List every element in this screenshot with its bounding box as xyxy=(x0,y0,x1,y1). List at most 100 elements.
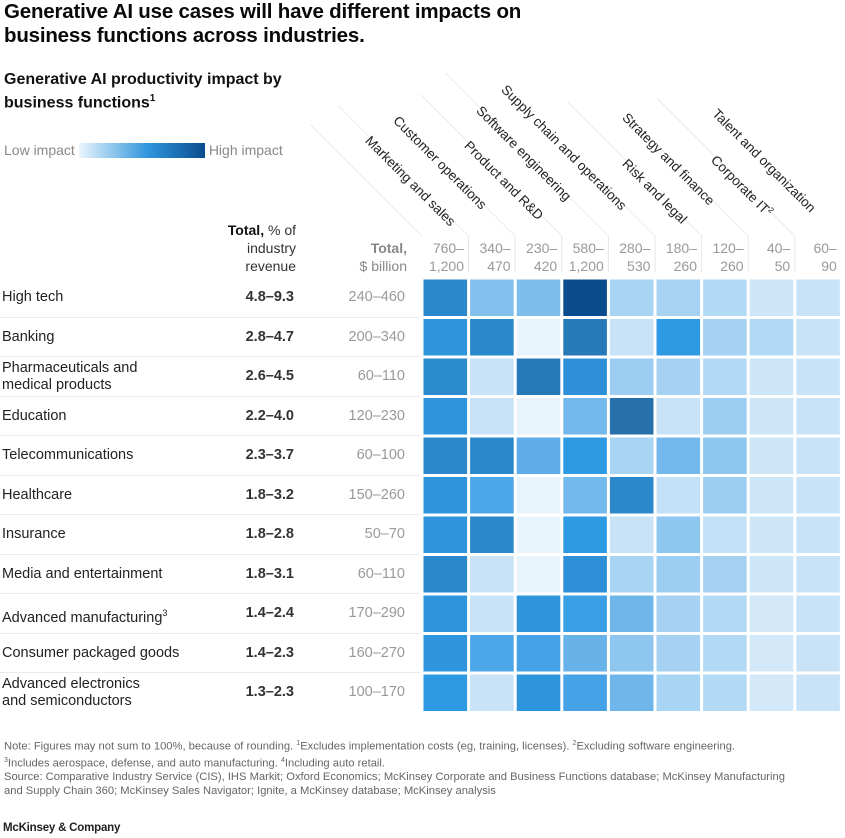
column-total-line1: 280– xyxy=(619,240,651,256)
heatmap-cell xyxy=(609,556,654,593)
heatmap-cell xyxy=(563,437,607,474)
heatmap-cell xyxy=(516,556,561,593)
heatmap-cell xyxy=(609,358,654,395)
column-total-line1: 180– xyxy=(665,240,697,256)
header-pct-bold: Total, xyxy=(227,222,265,238)
heatmap-cell xyxy=(656,516,701,553)
column-total-line2: 90 xyxy=(821,258,837,274)
pct-revenue-value: 1.3–2.3 xyxy=(245,684,294,700)
heatmap-cell xyxy=(470,635,514,672)
industry-name-line1: Media and entertainment xyxy=(2,566,162,583)
heatmap-cell xyxy=(796,595,840,632)
source-line-2: and Supply Chain 360; McKinsey Sales Nav… xyxy=(4,784,496,797)
industry-name: Media and entertainment xyxy=(2,566,162,583)
industry-name: Advanced electronics and semiconductors xyxy=(2,676,140,710)
industry-name-line1: Banking xyxy=(2,329,54,346)
heatmap-cell xyxy=(470,319,514,356)
heatmap-cell xyxy=(796,279,840,316)
heatmap-cell xyxy=(563,516,607,553)
heatmap-cell xyxy=(749,398,794,435)
heatmap-cell xyxy=(796,398,840,435)
heatmap-cell xyxy=(470,279,514,316)
heatmap-cell xyxy=(423,556,468,593)
industry-row: Consumer packaged goods 1.4–2.3 160–270 xyxy=(0,634,420,673)
heatmap-cell xyxy=(656,279,701,316)
pct-revenue-value: 1.4–2.4 xyxy=(245,605,294,621)
heatmap-cell xyxy=(749,516,794,553)
total-usd-value: 100–170 xyxy=(348,684,405,700)
column-total-line1: 60– xyxy=(813,240,837,256)
heatmap-cell xyxy=(609,477,654,514)
legend-low-label: Low impact xyxy=(4,142,75,158)
column-total-line1: 230– xyxy=(526,240,558,256)
color-legend: Low impact High impact xyxy=(4,141,283,159)
total-usd-value: 160–270 xyxy=(348,644,405,661)
industry-name-text: Telecommunications xyxy=(2,447,134,463)
column-total: 340– 470 xyxy=(467,239,511,275)
heatmap-cell xyxy=(703,556,747,593)
industry-row: Media and entertainment 1.8–3.1 60–110 xyxy=(0,555,420,594)
heatmap-cell xyxy=(609,595,654,632)
industry-row: High tech 4.8–9.3 240–460 xyxy=(0,278,420,318)
heatmap-cell xyxy=(656,398,701,435)
industry-name-text: Advanced electronics xyxy=(2,676,140,692)
heatmap-cell xyxy=(470,437,514,474)
industry-name-text: Education xyxy=(2,407,67,424)
header-usd-line2: $ billion xyxy=(359,258,407,274)
industry-name-line1: Education xyxy=(2,408,67,425)
industry-name-text: Pharmaceuticals and xyxy=(2,360,138,376)
industry-name-line2: and semiconductors xyxy=(2,693,132,709)
column-total-line1: 340– xyxy=(479,240,511,256)
heatmap-cell xyxy=(516,477,561,514)
pct-revenue-value: 2.2–4.0 xyxy=(245,407,294,424)
industry-row: Healthcare 1.8–3.2 150–260 xyxy=(0,476,420,515)
header-total-usd: Total, $ billion xyxy=(315,239,407,275)
heatmap-cell xyxy=(703,635,747,672)
total-usd-value: 50–70 xyxy=(364,526,405,542)
subtitle-text: Generative AI productivity impact by bus… xyxy=(4,71,282,112)
industry-row: Banking 2.8–4.7 200–340 xyxy=(0,318,420,357)
heatmap-cell xyxy=(470,516,514,553)
pct-revenue-value: 1.8–3.2 xyxy=(245,486,294,503)
pct-revenue-value: 4.8–9.3 xyxy=(245,289,294,305)
heatmap-cell xyxy=(796,319,840,356)
industry-row: Insurance 1.8–2.8 50–70 xyxy=(0,515,420,555)
heatmap-cell xyxy=(656,595,701,632)
heatmap-cell xyxy=(563,358,607,395)
heatmap-cell xyxy=(609,319,654,356)
heatmap-cell xyxy=(796,358,840,395)
note-text: Excluding software engineering. xyxy=(576,740,736,753)
total-usd-value: 60–100 xyxy=(356,447,405,463)
industry-row: Advanced electronics and semiconductors 1.… xyxy=(0,673,420,713)
pct-revenue-value: 1.8–3.1 xyxy=(245,565,294,582)
note-line-1: Note: Figures may not sum to 100%, becau… xyxy=(4,737,844,754)
heatmap-cell xyxy=(703,477,747,514)
heatmap-cell xyxy=(749,556,794,593)
heatmap-cell xyxy=(423,437,468,474)
pct-revenue-value: 2.3–3.7 xyxy=(245,447,294,463)
industry-row: Pharmaceuticals and medical products 2.6–4… xyxy=(0,357,420,397)
pct-revenue-value: 2.6–4.5 xyxy=(245,368,294,384)
industry-name: Healthcare xyxy=(2,487,72,504)
column-label: Customer operations xyxy=(390,113,489,212)
heatmap-cell xyxy=(703,437,747,474)
heatmap-cell xyxy=(703,319,747,356)
heatmap-cell xyxy=(563,674,607,711)
industry-row: Education 2.2–4.0 120–230 xyxy=(0,397,420,436)
heatmap-cell xyxy=(749,437,794,474)
heatmap-cell xyxy=(796,516,840,553)
column-total: 280– 530 xyxy=(606,239,650,275)
header-pct-line3: revenue xyxy=(245,258,296,274)
header-pct-rest: % of xyxy=(264,222,296,238)
note-line-2: 3Includes aerospace, defense, and auto m… xyxy=(4,754,844,771)
heatmap-cell xyxy=(470,674,514,711)
heatmap-cell xyxy=(516,358,561,395)
industry-name: Telecommunications xyxy=(2,447,133,464)
total-usd-value: 120–230 xyxy=(348,407,405,424)
heatmap-cell xyxy=(703,595,747,632)
column-total-line2: 260 xyxy=(720,258,744,274)
heatmap-cell xyxy=(563,398,607,435)
pct-revenue-value: 1.4–2.3 xyxy=(245,644,294,661)
column-total-line2: 1,200 xyxy=(428,258,464,274)
heatmap-cell xyxy=(703,279,747,316)
